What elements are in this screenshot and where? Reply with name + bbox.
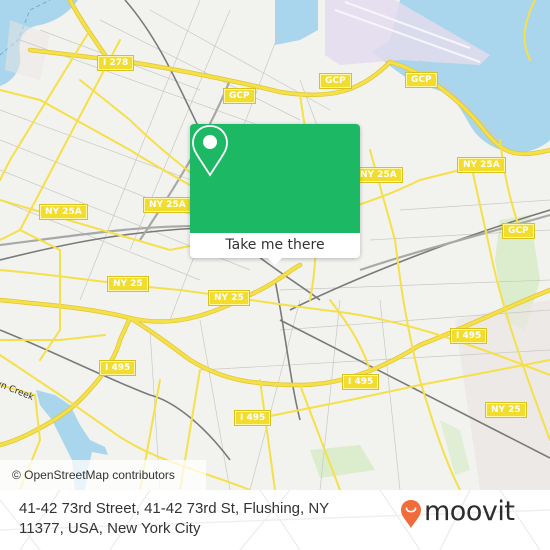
moovit-wordmark: moovit [424,496,515,527]
highway-shield-ny25a: NY 25A [458,158,505,172]
highway-shield-gcp: GCP [406,73,437,87]
highway-shield-ny25: NY 25 [209,291,249,305]
highway-shield-gcp: GCP [320,74,351,88]
highway-shield-ny25a: NY 25A [40,205,87,219]
highway-shield-gcp: GCP [503,224,534,238]
highway-shield-ny25a: NY 25A [144,198,191,212]
highway-shield-ny25a: NY 25A [355,168,402,182]
highway-shield-i495: I 495 [343,375,379,389]
highway-shield-ny25: NY 25 [486,403,526,417]
highway-shield-gcp: GCP [224,89,255,103]
address-text: 41-42 73rd Street, 41-42 73rd St, Flushi… [19,500,329,537]
highway-shield-i495: I 495 [100,361,136,375]
take-me-there-button[interactable]: Take me there [190,233,360,258]
highway-shield-i495: I 495 [235,411,271,425]
map-attribution[interactable]: © OpenStreetMap contributors [0,460,206,490]
location-popup[interactable]: Take me there [190,124,360,265]
popup-header[interactable] [190,124,360,233]
highway-shield-i278: I 278 [98,56,134,70]
map-pin-icon [192,125,228,177]
moovit-pin-icon [401,500,421,528]
moovit-logo[interactable]: moovit [400,494,540,534]
popup-pointer [268,258,282,265]
map-view[interactable]: I 278 GCP GCP GCP NY 25A NY 25A NY 25A N… [0,0,550,490]
highway-shield-ny25: NY 25 [108,277,148,291]
highway-shield-i495: I 495 [451,329,487,343]
